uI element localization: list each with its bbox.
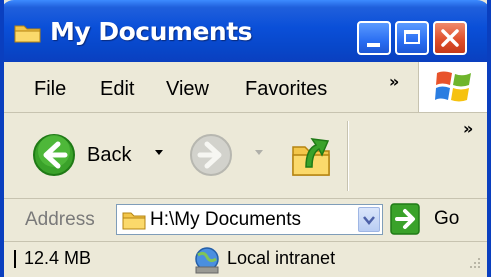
status-size: 12.4 MB bbox=[24, 248, 92, 268]
go-arrow-icon[interactable] bbox=[390, 203, 420, 235]
resize-grip-icon[interactable] bbox=[466, 256, 482, 272]
title-bar[interactable]: My Documents bbox=[4, 0, 487, 62]
status-bar: 12.4 MB Local intranet bbox=[4, 241, 487, 277]
toolbar-separator bbox=[347, 121, 349, 191]
menu-bar: File Edit View Favorites » bbox=[4, 62, 487, 113]
status-divider bbox=[14, 250, 16, 268]
back-dropdown-icon[interactable] bbox=[154, 149, 164, 157]
chevron-down-icon bbox=[363, 216, 375, 225]
back-button-label[interactable]: Back bbox=[87, 144, 131, 167]
address-value[interactable]: H:\My Documents bbox=[150, 209, 301, 231]
address-label: Address bbox=[25, 209, 95, 230]
folder-icon bbox=[14, 25, 41, 43]
close-icon bbox=[441, 29, 459, 47]
menu-overflow-chevron[interactable]: » bbox=[389, 72, 399, 91]
address-dropdown-button[interactable] bbox=[358, 207, 380, 232]
window-title: My Documents bbox=[50, 17, 253, 46]
back-arrow-icon[interactable] bbox=[32, 133, 76, 177]
status-zone: Local intranet bbox=[227, 248, 336, 268]
minimize-button[interactable] bbox=[357, 21, 391, 55]
local-intranet-icon bbox=[195, 247, 219, 274]
windows-logo-area bbox=[418, 62, 487, 112]
toolbar-overflow-chevron[interactable]: » bbox=[463, 119, 473, 138]
standard-toolbar: Back » bbox=[4, 113, 487, 199]
forward-dropdown-icon[interactable] bbox=[254, 149, 264, 157]
minimize-icon bbox=[367, 43, 380, 47]
go-button-label[interactable]: Go bbox=[434, 208, 459, 230]
folder-icon bbox=[122, 212, 146, 230]
address-input[interactable]: H:\My Documents bbox=[116, 204, 383, 235]
windows-logo-icon bbox=[435, 71, 471, 102]
maximize-icon bbox=[404, 30, 420, 44]
menu-view[interactable]: View bbox=[166, 78, 209, 101]
explorer-window: My Documents File Edit View Favorites » bbox=[0, 0, 491, 277]
folder-up-icon[interactable] bbox=[290, 127, 332, 179]
maximize-button[interactable] bbox=[395, 21, 429, 55]
menu-favorites[interactable]: Favorites bbox=[245, 78, 327, 101]
close-button[interactable] bbox=[433, 21, 467, 55]
menu-file[interactable]: File bbox=[34, 78, 66, 101]
forward-arrow-icon[interactable] bbox=[189, 133, 233, 177]
menu-edit[interactable]: Edit bbox=[100, 78, 134, 101]
address-bar: Address H:\My Documents Go bbox=[4, 199, 487, 241]
